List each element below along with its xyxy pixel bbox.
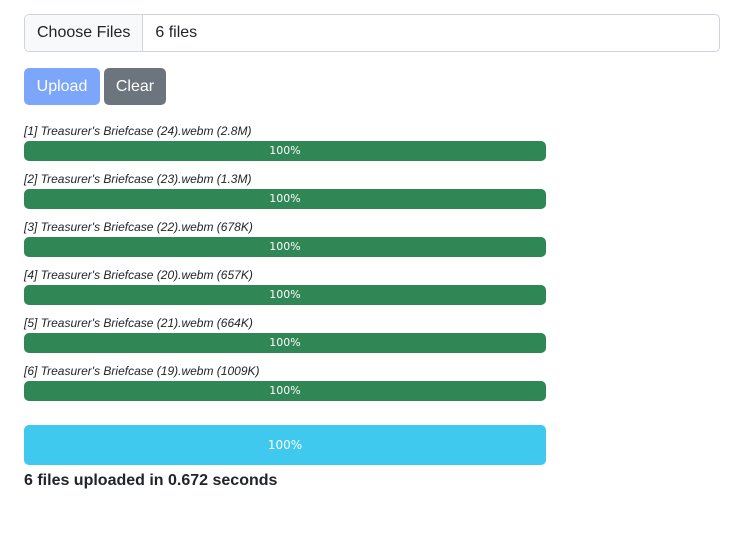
- file-item: [3] Treasurer's Briefcase (22).webm (678…: [24, 220, 546, 257]
- file-progress-bar: 100%: [24, 285, 546, 305]
- clear-button[interactable]: Clear: [104, 68, 166, 105]
- file-item: [5] Treasurer's Briefcase (21).webm (664…: [24, 316, 546, 353]
- file-progress-bar: 100%: [24, 237, 546, 257]
- file-progress-bar: 100%: [24, 333, 546, 353]
- file-progress-bar: 100%: [24, 381, 546, 401]
- file-progress: 100%: [24, 237, 546, 257]
- file-input[interactable]: Choose Files 6 files: [24, 14, 720, 52]
- file-item: [6] Treasurer's Briefcase (19).webm (100…: [24, 364, 546, 401]
- file-item: [2] Treasurer's Briefcase (23).webm (1.3…: [24, 172, 546, 209]
- file-progress-bar: 100%: [24, 141, 546, 161]
- file-item: [1] Treasurer's Briefcase (24).webm (2.8…: [24, 124, 546, 161]
- file-progress: 100%: [24, 189, 546, 209]
- file-progress: 100%: [24, 333, 546, 353]
- selected-files-text: 6 files: [155, 24, 198, 41]
- file-progress: 100%: [24, 141, 546, 161]
- upload-button[interactable]: Upload: [24, 68, 100, 105]
- upload-page: Choose Files 6 files Upload Clear [1] Tr…: [0, 0, 749, 545]
- file-progress: 100%: [24, 381, 546, 401]
- file-label: [5] Treasurer's Briefcase (21).webm (664…: [24, 316, 253, 330]
- total-progress-bar: 100%: [24, 425, 546, 465]
- file-label: [2] Treasurer's Briefcase (23).webm (1.3…: [24, 172, 252, 186]
- upload-summary: 6 files uploaded in 0.672 seconds: [24, 472, 278, 489]
- file-progress: 100%: [24, 285, 546, 305]
- file-label: [1] Treasurer's Briefcase (24).webm (2.8…: [24, 124, 252, 138]
- file-progress-bar: 100%: [24, 189, 546, 209]
- choose-files-button[interactable]: Choose Files: [25, 15, 144, 51]
- total-progress: 100%: [24, 425, 546, 465]
- file-item: [4] Treasurer's Briefcase (20).webm (657…: [24, 268, 546, 305]
- file-label: [3] Treasurer's Briefcase (22).webm (678…: [24, 220, 253, 234]
- file-label: [6] Treasurer's Briefcase (19).webm (100…: [24, 364, 260, 378]
- file-label: [4] Treasurer's Briefcase (20).webm (657…: [24, 268, 253, 282]
